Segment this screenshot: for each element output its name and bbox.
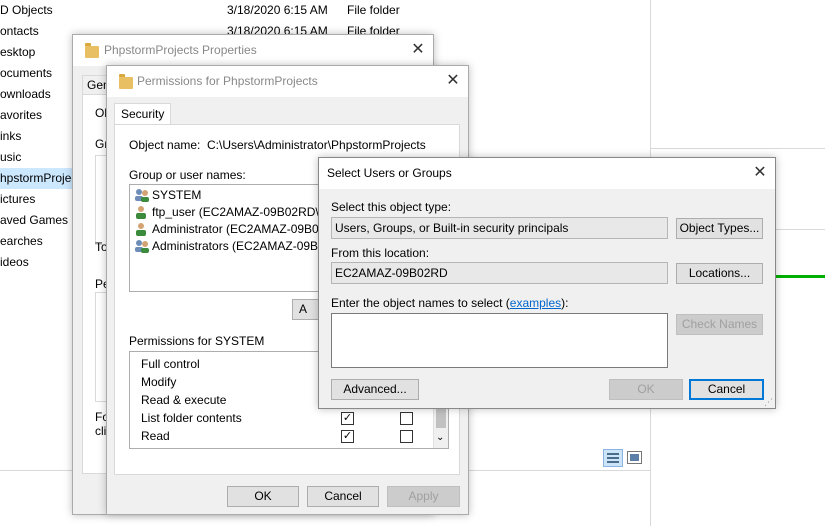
details-view-icon[interactable] bbox=[603, 449, 623, 467]
permissions-titlebar: Permissions for PhpstormProjects ✕ bbox=[107, 66, 468, 97]
object-type-field: Users, Groups, or Built-in security prin… bbox=[331, 217, 668, 239]
chevron-down-icon[interactable]: ⌄ bbox=[436, 433, 444, 443]
deny-checkbox-list-folder-contents[interactable] bbox=[400, 412, 413, 425]
select-title: Select Users or Groups bbox=[327, 166, 452, 180]
object-names-input[interactable] bbox=[331, 313, 668, 368]
permission-row: Read bbox=[141, 429, 170, 443]
nav-pane: D Objects ontacts esktop ocuments ownloa… bbox=[0, 0, 77, 470]
close-icon[interactable]: ✕ bbox=[408, 40, 428, 60]
nav-item-documents[interactable]: ocuments bbox=[0, 63, 52, 84]
users-list[interactable]: SYSTEM ftp_user (EC2AMAZ-09B02RD\ftp_ Ad… bbox=[129, 184, 329, 292]
advanced-button[interactable]: Advanced... bbox=[331, 379, 419, 400]
nav-item-phpstormprojects[interactable]: hpstormProjec bbox=[0, 168, 77, 189]
cancel-button[interactable]: Cancel bbox=[307, 486, 379, 507]
close-icon[interactable]: ✕ bbox=[750, 163, 770, 183]
resize-grip-icon[interactable]: ⋰ bbox=[764, 398, 773, 407]
ok-button[interactable]: OK bbox=[227, 486, 299, 507]
object-names-label: Enter the object names to select (exampl… bbox=[331, 296, 569, 310]
object-name-value: C:\Users\Administrator\PhpstormProjects bbox=[207, 138, 426, 152]
allow-checkbox-read[interactable]: ✓ bbox=[341, 430, 354, 443]
allow-checkbox-list-folder-contents[interactable]: ✓ bbox=[341, 412, 354, 425]
file-row[interactable]: 3/18/2020 6:15 AM File folder bbox=[227, 3, 627, 20]
user-name: ftp_user (EC2AMAZ-09B02RD\ftp_ bbox=[152, 205, 329, 219]
examples-link[interactable]: examples bbox=[510, 296, 561, 310]
scrollbar-thumb[interactable] bbox=[436, 408, 446, 428]
permission-row: Full control bbox=[141, 357, 200, 371]
folder-icon bbox=[119, 74, 133, 89]
nav-item-videos[interactable]: ideos bbox=[0, 252, 29, 273]
select-titlebar: Select Users or Groups ✕ bbox=[319, 158, 775, 189]
deny-checkbox-read[interactable] bbox=[400, 430, 413, 443]
user-name: Administrator (EC2AMAZ-09B02RD bbox=[152, 222, 329, 236]
object-name-label: Object name: bbox=[129, 138, 201, 152]
location-field: EC2AMAZ-09B02RD bbox=[331, 262, 668, 284]
location-label: From this location: bbox=[331, 246, 430, 260]
folder-icon bbox=[85, 43, 99, 58]
nav-item-searches[interactable]: earches bbox=[0, 231, 43, 252]
nav-item-links[interactable]: inks bbox=[0, 126, 21, 147]
permissions-title: Permissions for PhpstormProjects bbox=[137, 74, 318, 88]
user-icon bbox=[134, 205, 148, 219]
file-date: 3/18/2020 6:15 AM bbox=[227, 3, 328, 17]
nav-item-contacts[interactable]: ontacts bbox=[0, 21, 39, 42]
green-status-bar bbox=[771, 275, 825, 278]
nav-item-desktop[interactable]: esktop bbox=[0, 42, 35, 63]
locations-button[interactable]: Locations... bbox=[676, 263, 763, 284]
object-type-label: Select this object type: bbox=[331, 200, 452, 214]
file-type: File folder bbox=[347, 3, 400, 17]
group-icon bbox=[134, 239, 149, 253]
tab-security[interactable]: Security bbox=[114, 103, 172, 125]
nav-item-favorites[interactable]: avorites bbox=[0, 105, 42, 126]
user-name: SYSTEM bbox=[152, 188, 202, 202]
group-icon bbox=[134, 188, 149, 202]
apply-button[interactable]: Apply bbox=[387, 486, 460, 507]
user-icon bbox=[134, 222, 148, 236]
permission-row: List folder contents bbox=[141, 411, 242, 425]
nav-item-music[interactable]: usic bbox=[0, 147, 21, 168]
check-names-button[interactable]: Check Names bbox=[676, 314, 763, 335]
object-types-button[interactable]: Object Types... bbox=[676, 218, 763, 239]
user-name: Administrators (EC2AMAZ-09B02RD bbox=[152, 239, 328, 253]
cancel-button[interactable]: Cancel bbox=[689, 379, 764, 400]
select-users-dialog: Select Users or Groups ✕ Select this obj… bbox=[318, 157, 776, 409]
properties-title: PhpstormProjects Properties bbox=[104, 43, 257, 57]
large-icons-view-icon[interactable] bbox=[627, 451, 642, 464]
permissions-for-label: Permissions for SYSTEM bbox=[129, 334, 265, 348]
nav-item-downloads[interactable]: ownloads bbox=[0, 84, 51, 105]
properties-titlebar: PhpstormProjects Properties ✕ bbox=[73, 35, 433, 66]
permission-row: Modify bbox=[141, 375, 177, 389]
nav-item-objects[interactable]: D Objects bbox=[0, 0, 53, 21]
nav-item-saved-games[interactable]: aved Games bbox=[0, 210, 68, 231]
group-user-label: Group or user names: bbox=[129, 168, 246, 182]
close-icon[interactable]: ✕ bbox=[443, 71, 463, 91]
permission-row: Read & execute bbox=[141, 393, 227, 407]
nav-item-pictures[interactable]: ictures bbox=[0, 189, 35, 210]
ok-button[interactable]: OK bbox=[609, 379, 683, 400]
